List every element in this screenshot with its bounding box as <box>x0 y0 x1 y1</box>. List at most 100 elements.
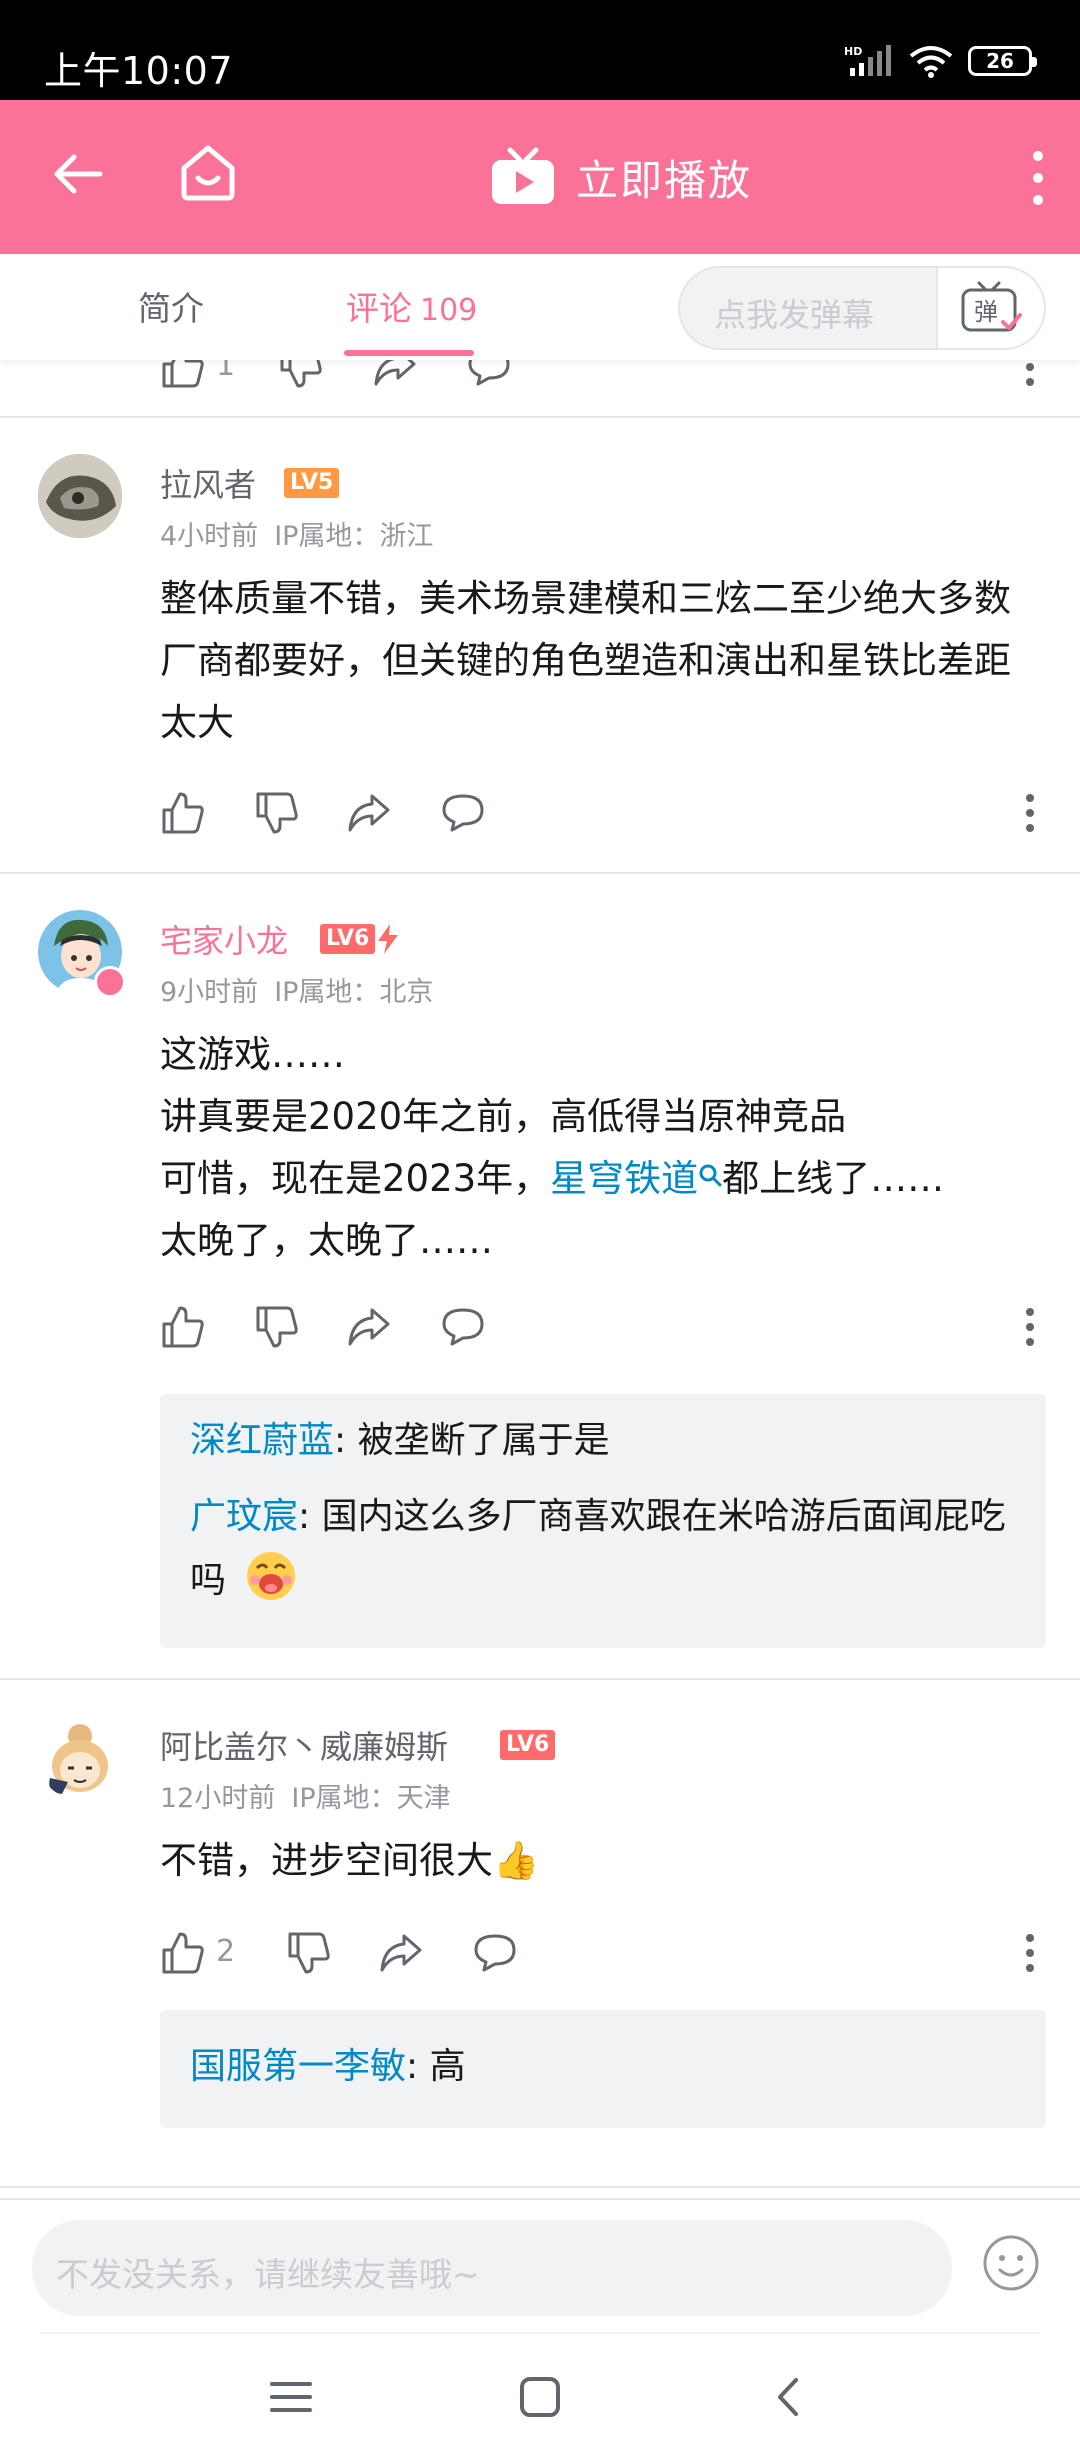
share-icon[interactable] <box>346 790 392 836</box>
emoji-icon[interactable] <box>982 2234 1040 2292</box>
like-icon[interactable] <box>160 360 206 390</box>
comment-meta: 12小时前 IP属地：天津 <box>160 1776 451 1815</box>
reply-text: : 高 <box>406 2046 466 2087</box>
search-link-label: 星穹铁道 <box>550 1157 699 1200</box>
share-icon[interactable] <box>372 360 418 390</box>
comment-ip: IP属地：浙江 <box>274 521 434 552</box>
share-icon[interactable] <box>378 1930 424 1976</box>
comment-time: 9小时前 <box>160 977 259 1008</box>
system-nav-bar <box>0 2330 1080 2460</box>
dislike-icon[interactable] <box>278 360 324 390</box>
status-time: 上午10:07 <box>44 49 234 93</box>
more-options-icon[interactable] <box>1020 1304 1040 1350</box>
comment-line-text: 可惜，现在是2023年， <box>160 1157 551 1200</box>
share-icon[interactable] <box>346 1304 392 1350</box>
comment-line: 太晚了，太晚了…… <box>160 1219 493 1262</box>
search-icon <box>699 1164 722 1187</box>
danmaku-toggle-button[interactable]: 弹 <box>936 268 1044 348</box>
danmaku-icon: 弹 <box>961 281 1022 332</box>
username[interactable]: 阿比盖尔丶威廉姆斯 <box>160 1722 448 1768</box>
more-options-icon[interactable] <box>1020 360 1040 390</box>
dislike-icon[interactable] <box>286 1930 332 1976</box>
comment-line: 可惜，现在是2023年，星穹铁道 都上线了…… <box>160 1148 1040 1210</box>
tv-play-icon <box>492 147 554 204</box>
avatar[interactable] <box>38 910 126 998</box>
like-count: 2 <box>216 1934 236 1969</box>
tab-bar: 简介 评论 109 点我发弹幕 弹 <box>0 254 1080 360</box>
play-now-button[interactable]: 立即播放 <box>490 144 752 210</box>
partial-action-row: 1 <box>160 360 1040 394</box>
reply-username[interactable]: 深红蔚蓝 <box>190 1420 334 1461</box>
menu-icon[interactable] <box>266 2372 316 2422</box>
reply-item: 国服第一李敏: 高 <box>190 2036 1016 2098</box>
emoji-sticker-icon <box>247 1552 296 1600</box>
reply-item: 广玟宸: 国内这么多厂商喜欢跟在米哈游后面闻屁吃吗 <box>190 1486 1016 1612</box>
comment-line: 这游戏…… <box>160 1033 345 1076</box>
comment-list[interactable]: 1 拉风者 LV5 4小时前 IP属地：浙江 整体质量不错，美术场景建模和三炫二至… <box>0 360 1080 2198</box>
reply-username[interactable]: 国服第一李敏 <box>190 2046 406 2087</box>
reply-icon[interactable] <box>472 1930 518 1976</box>
comment-meta: 4小时前 IP属地：浙江 <box>160 514 433 553</box>
vip-badge-icon <box>94 966 126 998</box>
tab-comments[interactable]: 评论 109 <box>346 282 477 330</box>
comment-input-bar: 不发没关系，请继续友善哦~ <box>0 2198 1080 2330</box>
back-arrow-icon[interactable] <box>48 144 108 204</box>
reply-icon[interactable] <box>440 1304 486 1350</box>
nav-divider <box>40 2332 1040 2334</box>
comment-text: 整体质量不错，美术场景建模和三炫二至少绝大多数厂商都要好，但关键的角色塑造和演出… <box>160 577 1011 744</box>
reply-icon[interactable] <box>440 790 486 836</box>
username[interactable]: 宅家小龙 <box>160 916 288 962</box>
tab-comments-label: 评论 <box>346 289 412 328</box>
avatar[interactable] <box>38 454 122 538</box>
danmaku-input[interactable]: 点我发弹幕 弹 <box>678 266 1046 350</box>
divider <box>0 1678 1080 1680</box>
tab-comments-count: 109 <box>420 293 478 328</box>
wifi-icon <box>909 46 953 78</box>
comment-time: 4小时前 <box>160 521 259 552</box>
like-icon[interactable] <box>160 790 206 836</box>
comment-input[interactable]: 不发没关系，请继续友善哦~ <box>32 2220 952 2316</box>
comment-line-text: 都上线了…… <box>722 1157 945 1200</box>
like-icon[interactable] <box>160 1930 206 1976</box>
comment-ip: IP属地：天津 <box>291 1783 451 1814</box>
avatar-image <box>38 1716 122 1800</box>
search-link[interactable]: 星穹铁道 <box>550 1157 722 1200</box>
divider <box>0 416 1080 418</box>
reply-icon[interactable] <box>466 360 512 390</box>
more-options-icon[interactable] <box>1020 790 1040 836</box>
avatar-image <box>38 454 122 538</box>
dislike-icon[interactable] <box>254 790 300 836</box>
reply-preview[interactable]: 深红蔚蓝: 被垄断了属于是 广玟宸: 国内这么多厂商喜欢跟在米哈游后面闻屁吃吗 <box>160 1394 1046 1648</box>
dislike-icon[interactable] <box>254 1304 300 1350</box>
home-square-icon[interactable] <box>515 2372 565 2422</box>
home-icon[interactable] <box>176 140 240 204</box>
comment-input-placeholder: 不发没关系，请继续友善哦~ <box>56 2255 480 2294</box>
like-icon[interactable] <box>160 1304 206 1350</box>
like-count: 1 <box>216 360 236 383</box>
tab-intro[interactable]: 简介 <box>138 282 204 330</box>
comment-actions: 2 <box>160 1930 1040 1980</box>
app-header: 立即播放 <box>0 100 1080 254</box>
level-badge: LV5 <box>284 468 340 498</box>
comment-actions <box>160 790 1040 840</box>
reply-item: 深红蔚蓝: 被垄断了属于是 <box>190 1410 1016 1472</box>
divider <box>0 2186 1080 2188</box>
level-badge: LV6 <box>320 924 376 954</box>
battery-icon: 26 <box>968 46 1037 76</box>
reply-text: : 国内这么多厂商喜欢跟在米哈游后面闻屁吃吗 <box>190 1496 1006 1601</box>
back-chevron-icon[interactable] <box>764 2372 814 2422</box>
more-vertical-icon[interactable] <box>1030 150 1046 206</box>
reply-username[interactable]: 广玟宸 <box>190 1496 298 1537</box>
hd-label: HD <box>844 45 862 58</box>
status-bar: 上午10:07 HD 26 <box>0 0 1080 100</box>
avatar[interactable] <box>38 1716 122 1800</box>
signal-icon: HD <box>844 45 891 76</box>
comment-meta: 9小时前 IP属地：北京 <box>160 970 433 1009</box>
comment-time: 12小时前 <box>160 1783 276 1814</box>
username[interactable]: 拉风者 <box>160 460 256 506</box>
reply-preview[interactable]: 国服第一李敏: 高 <box>160 2010 1046 2128</box>
comment-text: 不错，进步空间很大👍 <box>160 1839 540 1882</box>
more-options-icon[interactable] <box>1020 1930 1040 1976</box>
comment-line: 讲真要是2020年之前，高低得当原神竞品 <box>160 1095 847 1138</box>
lightning-icon <box>378 924 398 954</box>
